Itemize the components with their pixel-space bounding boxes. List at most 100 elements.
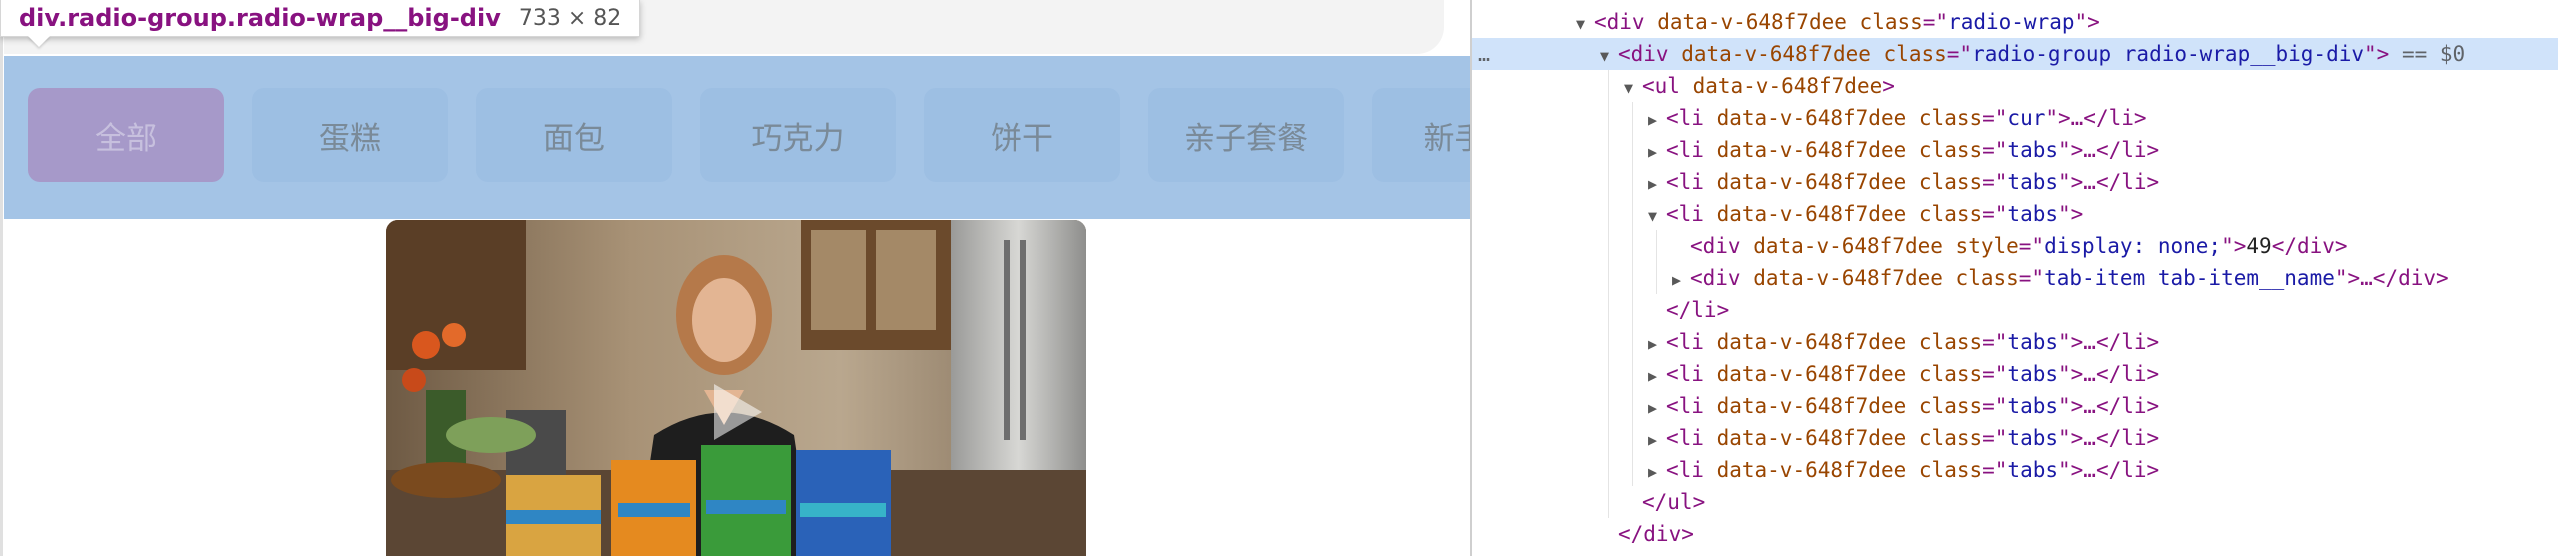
expand-arrow-icon[interactable]: ▶ — [1648, 456, 1666, 488]
attribute-quote: =" — [1982, 362, 2008, 386]
expand-arrow-icon[interactable]: ▶ — [1648, 136, 1666, 168]
attribute-value: display: none; — [2044, 234, 2222, 258]
tooltip-dimensions: 733 × 82 — [518, 5, 622, 31]
expand-arrow-icon[interactable]: ▶ — [1672, 264, 1690, 296]
dom-node-line[interactable]: ▶ <li data-v-648f7dee class="tabs">…</li> — [1472, 326, 2558, 358]
tag-name: <li — [1666, 138, 1704, 162]
attribute-name: data-v-648f7dee — [1716, 106, 1907, 130]
attribute-name: class — [1918, 362, 1983, 386]
dom-node-line[interactable]: ▶ <li data-v-648f7dee class="cur">…</li> — [1472, 102, 2558, 134]
tag-name: <li — [1666, 458, 1704, 482]
attribute-quote: " — [2058, 170, 2071, 194]
dom-node-line[interactable]: </div> — [1472, 518, 2558, 550]
attribute-value: tabs — [2007, 138, 2058, 162]
video-player[interactable] — [386, 220, 1086, 556]
dom-node-line[interactable]: ▶ <li data-v-648f7dee class="tabs">…</li> — [1472, 454, 2558, 486]
play-icon[interactable] — [704, 380, 768, 444]
tab-cake[interactable]: 蛋糕 — [252, 88, 448, 182]
tag-close: >…</li> — [2058, 106, 2147, 130]
dom-node-selected[interactable]: … ▼ <div data-v-648f7dee class="radio-grou… — [1472, 38, 2558, 70]
dom-node-line[interactable]: ▶ <li data-v-648f7dee class="tabs">…</li> — [1472, 390, 2558, 422]
attribute-quote: =" — [1946, 42, 1973, 66]
dom-node-line[interactable]: ▶ <div data-v-648f7dee class="tab-item ta… — [1472, 262, 2558, 294]
attribute-quote: =" — [1982, 394, 2008, 418]
attribute-name: data-v-648f7dee — [1692, 74, 1883, 98]
dom-node-line[interactable]: ▼ <div data-v-648f7dee class="radio-wrap"… — [1472, 6, 2558, 38]
tag-name: <div — [1690, 234, 1741, 258]
attribute-name: data-v-648f7dee — [1753, 266, 1943, 290]
more-options-icon[interactable]: … — [1478, 38, 1490, 70]
dom-node-content: ▼ <div data-v-648f7dee class="radio-group… — [1600, 38, 2465, 72]
dom-node-line[interactable]: ▶ <li data-v-648f7dee class="tabs">…</li> — [1472, 422, 2558, 454]
collapse-arrow-icon[interactable]: ▼ — [1576, 8, 1594, 40]
expand-arrow-icon[interactable]: ▶ — [1648, 392, 1666, 424]
attribute-name: class — [1883, 42, 1947, 66]
tag-close: >…</li> — [2070, 330, 2160, 354]
attribute-quote: " — [2058, 362, 2071, 386]
expand-arrow-icon[interactable]: ▶ — [1648, 360, 1666, 392]
collapse-arrow-icon[interactable]: ▼ — [1648, 200, 1666, 232]
attribute-name: data-v-648f7dee — [1716, 458, 1907, 482]
attribute-name: data-v-648f7dee — [1716, 170, 1907, 194]
attribute-name: data-v-648f7dee — [1753, 234, 1943, 258]
dom-node-line[interactable]: ▶ <li data-v-648f7dee class="tabs">…</li> — [1472, 358, 2558, 390]
expand-arrow-icon[interactable]: ▶ — [1648, 104, 1666, 136]
attribute-quote: " — [2074, 10, 2088, 34]
tag-close: > — [2233, 234, 2247, 258]
attribute-name: data-v-648f7dee — [1716, 362, 1907, 386]
tag-close: >…</li> — [2070, 170, 2160, 194]
closing-tag: </li> — [1666, 298, 1730, 322]
expand-arrow-icon[interactable]: ▶ — [1648, 424, 1666, 456]
tab-family-set[interactable]: 亲子套餐 — [1148, 88, 1344, 182]
indent-guide — [1608, 70, 1609, 518]
dom-node-line[interactable]: </ul> — [1472, 486, 2558, 518]
dom-node-line[interactable]: ▶ <li data-v-648f7dee class="tabs">…</li> — [1472, 166, 2558, 198]
tag-close: >…</li> — [2070, 394, 2160, 418]
page-viewport: div.radio-group.radio-wrap__big-div 733 … — [0, 0, 1470, 556]
attribute-value: tabs — [2007, 330, 2058, 354]
attribute-value: tabs — [2007, 458, 2058, 482]
dom-node-line[interactable]: ▶ <li data-v-648f7dee class="tabs">…</li> — [1472, 134, 2558, 166]
attribute-quote: " — [2058, 394, 2071, 418]
tag-name: <div — [1618, 42, 1669, 66]
attribute-name: class — [1918, 170, 1983, 194]
tag-name: <ul — [1642, 74, 1680, 98]
tag-name: <li — [1666, 202, 1704, 226]
attribute-quote: =" — [1982, 170, 2008, 194]
attribute-name: class — [1918, 458, 1983, 482]
dom-node-line[interactable]: <div data-v-648f7dee style="display: non… — [1472, 230, 2558, 262]
dom-node-content: ▶ <li data-v-648f7dee class="tabs">…</li> — [1648, 134, 2159, 168]
collapse-arrow-icon[interactable]: ▼ — [1624, 72, 1642, 104]
indent-guide — [1656, 230, 1657, 294]
dom-node-content: ▶ <div data-v-648f7dee class="tab-item ta… — [1672, 262, 2449, 296]
tag-close: >…</li> — [2070, 426, 2160, 450]
dom-node-line[interactable]: ▼ <li data-v-648f7dee class="tabs"> — [1472, 198, 2558, 230]
tab-bread[interactable]: 面包 — [476, 88, 672, 182]
expand-arrow-icon[interactable]: ▶ — [1648, 328, 1666, 360]
tooltip-arrow — [28, 36, 50, 47]
attribute-name: data-v-648f7dee — [1716, 330, 1907, 354]
closing-tag: </ul> — [1642, 490, 1706, 514]
tab-beginner-set[interactable]: 新手套 — [1372, 88, 1470, 182]
tab-all[interactable]: 全部 — [28, 88, 224, 182]
dom-node-line[interactable]: </li> — [1472, 294, 2558, 326]
collapse-arrow-icon[interactable]: ▼ — [1600, 40, 1618, 72]
tab-chocolate[interactable]: 巧克力 — [700, 88, 896, 182]
dom-node-line[interactable]: ▼ <ul data-v-648f7dee> — [1472, 70, 2558, 102]
tab-cookies[interactable]: 饼干 — [924, 88, 1120, 182]
dom-node-content: ▼ <div data-v-648f7dee class="radio-wrap"… — [1576, 6, 2100, 40]
attribute-value: tabs — [2007, 170, 2058, 194]
expand-arrow-icon[interactable]: ▶ — [1648, 168, 1666, 200]
tag-name: <li — [1666, 394, 1704, 418]
